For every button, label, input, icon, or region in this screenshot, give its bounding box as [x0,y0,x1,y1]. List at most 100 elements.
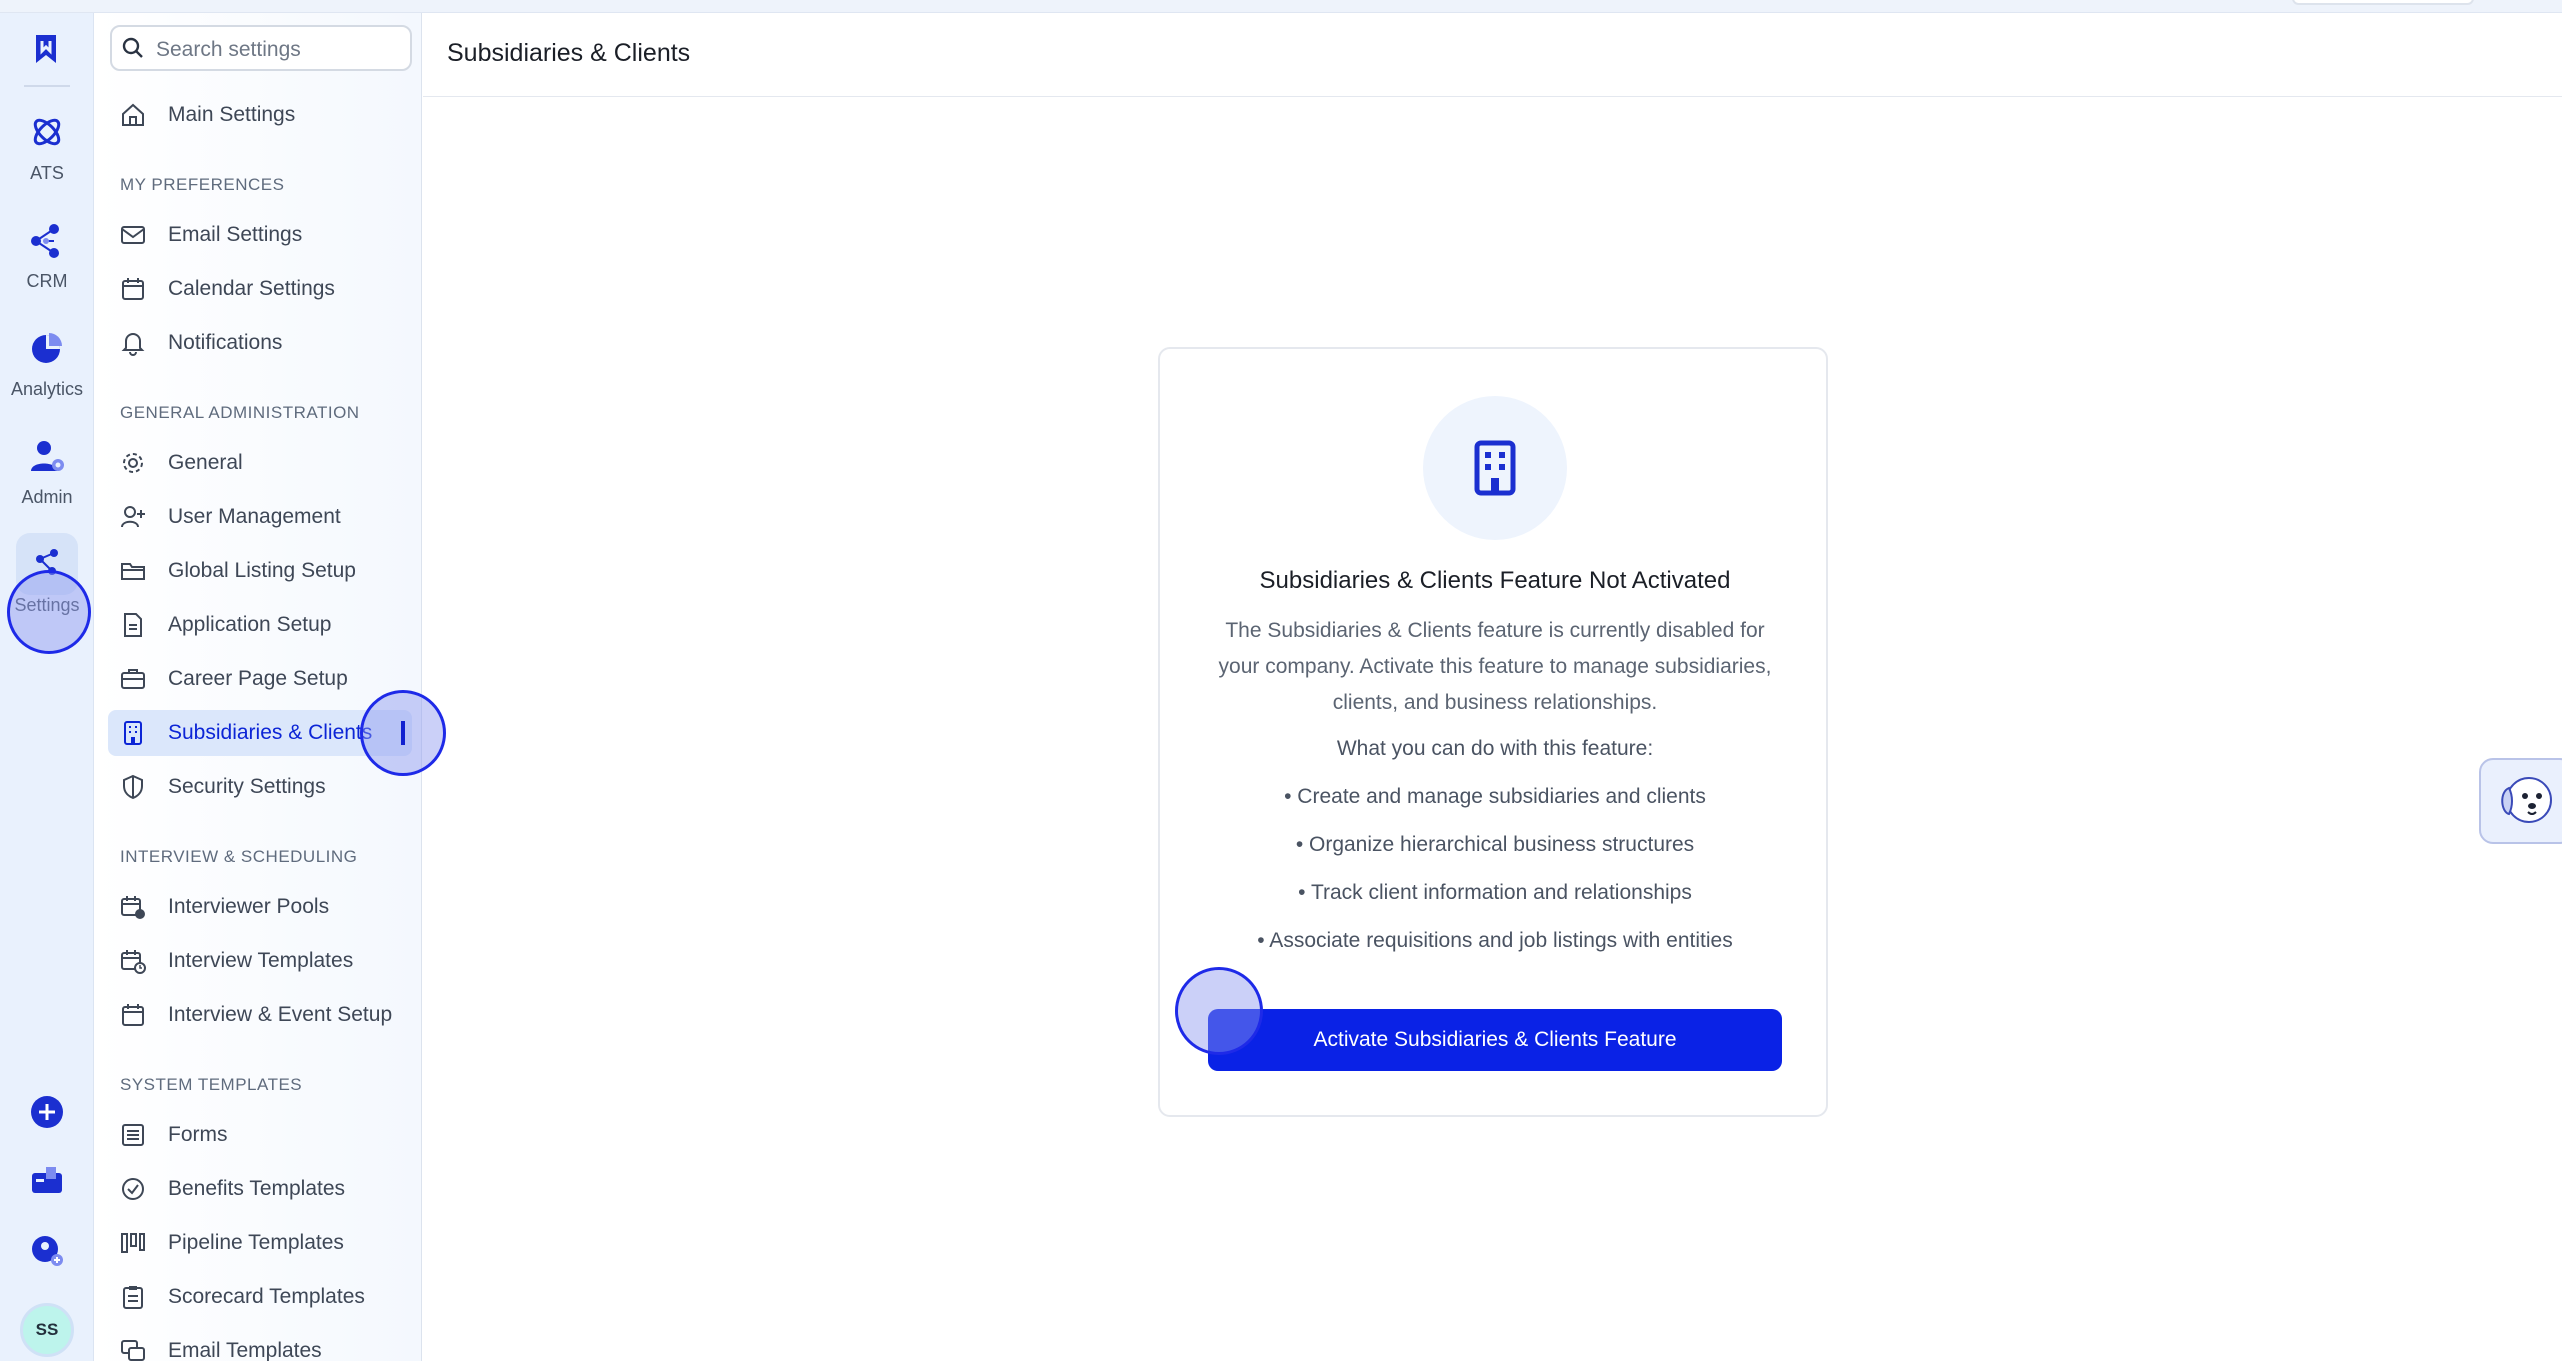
sidebar-item-interview-event-setup[interactable]: Interview & Event Setup [108,992,412,1038]
badge-check-icon [122,1178,144,1200]
card-description: The Subsidiaries & Clients feature is cu… [1218,619,1772,714]
sidebar-item-label: User Management [168,505,341,528]
building-icon-badge [1423,396,1567,540]
section-heading-general-administration: GENERAL ADMINISTRATION [120,403,360,422]
folder-icon [121,563,145,580]
text-cursor-icon [401,721,405,745]
sidebar-item-label: Main Settings [168,103,296,126]
bell-icon [121,333,145,356]
sidebar-item-interviewer-pools[interactable]: Interviewer Pools [108,884,412,930]
section-heading-my-preferences: MY PREFERENCES [120,175,285,194]
calendar-clock-icon [121,950,146,974]
user-avatar[interactable]: SS [20,1303,74,1357]
card-subheading: What you can do with this feature: [1336,737,1654,760]
sidebar-item-global-listing-setup[interactable]: Global Listing Setup [108,548,412,594]
network-icon [31,224,59,258]
sidebar-item-application-setup[interactable]: Application Setup [108,602,412,648]
click-indicator [1175,967,1263,1055]
sidebar-item-label: Subsidiaries & Clients [168,721,373,744]
sidebar-item-label: Benefits Templates [168,1177,346,1200]
feature-bullet: • Organize hierarchical business structu… [1295,833,1695,856]
user-gear-icon [31,441,64,471]
sidebar-item-notifications[interactable]: Notifications [108,320,412,366]
page-title: Subsidiaries & Clients [447,39,691,67]
sidebar-item-label: Email Settings [168,223,303,246]
sidebar-item-email-settings[interactable]: Email Settings [108,212,412,258]
document-icon [124,613,142,637]
sidebar-item-label: Calendar Settings [168,277,335,300]
search-icon [122,37,143,58]
card-title: Subsidiaries & Clients Feature Not Activ… [1259,567,1731,594]
sidebar-item-label: Interview Templates [168,949,354,972]
activate-feature-button[interactable]: Activate Subsidiaries & Clients Feature [1208,1009,1782,1071]
sidebar-item-label: Security Settings [168,775,326,798]
section-heading-interview-scheduling: INTERVIEW & SCHEDULING [120,847,358,866]
sidebar-item-career-page-setup[interactable]: Career Page Setup [108,656,412,702]
rail-item-crm[interactable]: CRM [0,221,94,321]
pie-chart-icon [32,333,62,363]
assistant-launcher[interactable] [2479,758,2562,844]
rail-item-ats[interactable]: ATS [0,113,94,213]
sidebar-item-label: Scorecard Templates [168,1285,365,1308]
sidebar-item-scorecard-templates[interactable]: Scorecard Templates [108,1274,412,1320]
rail-label: Admin [21,487,73,507]
rail-item-admin[interactable]: Admin [0,437,94,537]
sidebar-item-forms[interactable]: Forms [108,1112,412,1158]
sidebar-item-calendar-settings[interactable]: Calendar Settings [108,266,412,312]
top-bar [0,0,2562,13]
calendar-user-icon [121,896,145,919]
kanban-icon [121,1233,145,1253]
sidebar-item-interview-templates[interactable]: Interview Templates [108,938,412,984]
sidebar-item-email-templates[interactable]: Email Templates [108,1328,412,1361]
building-icon [1474,440,1516,496]
app-logo-icon[interactable] [28,31,64,67]
feature-not-activated-card: Subsidiaries & Clients Feature Not Activ… [1158,347,1828,1117]
briefcase-icon [121,669,145,689]
sidebar-item-general[interactable]: General [108,440,412,486]
building-icon [124,721,142,745]
contact-plus-icon[interactable] [28,1231,66,1269]
sidebar-item-security-settings[interactable]: Security Settings [108,764,412,810]
search-input[interactable]: Search settings [110,25,412,71]
sidebar-item-pipeline-templates[interactable]: Pipeline Templates [108,1220,412,1266]
sidebar-item-label: Notifications [168,331,283,354]
sidebar-item-benefits-templates[interactable]: Benefits Templates [108,1166,412,1212]
shield-icon [123,774,143,800]
home-icon [122,103,144,126]
app-rail: ATS CRM Analytics Admin Settings SS [0,13,94,1361]
feature-bullet: • Track client information and relations… [1298,881,1692,904]
rail-item-analytics[interactable]: Analytics [0,329,94,429]
sidebar-item-label: Interviewer Pools [168,895,330,918]
search-placeholder: Search settings [156,38,301,61]
rail-label: ATS [30,163,64,183]
clipboard-icon [123,1286,143,1309]
top-pill-control[interactable] [2292,0,2474,5]
settings-sidebar: Search settings Main Settings MY PREFERE… [96,13,422,1361]
form-icon [122,1124,144,1146]
sidebar-item-label: Email Templates [168,1339,322,1361]
plus-circle-icon[interactable] [28,1093,66,1131]
page-header: Subsidiaries & Clients [423,13,2562,97]
mailbox-icon[interactable] [28,1161,66,1199]
rail-divider [24,85,70,87]
calendar-icon [122,1004,144,1026]
sidebar-item-main-settings[interactable]: Main Settings [108,92,412,138]
sidebar-item-label: Interview & Event Setup [168,1003,393,1026]
atom-icon [33,118,61,146]
envelope-icon [121,226,145,244]
rail-label: Analytics [10,379,84,399]
dog-mascot-icon [2501,777,2552,823]
click-indicator [7,570,91,654]
sidebar-item-label: Forms [168,1123,228,1146]
sidebar-item-label: Application Setup [168,613,332,636]
user-plus-icon [121,506,145,528]
chat-bubbles-icon [121,1340,145,1361]
sidebar-item-user-management[interactable]: User Management [108,494,412,540]
rail-label: CRM [26,271,68,291]
section-heading-system-templates: SYSTEM TEMPLATES [120,1075,303,1094]
gear-icon [123,453,143,473]
sidebar-item-label: Pipeline Templates [168,1231,344,1254]
calendar-icon [122,278,144,300]
sidebar-item-label: Career Page Setup [168,667,348,690]
sidebar-item-label: Global Listing Setup [168,559,356,582]
